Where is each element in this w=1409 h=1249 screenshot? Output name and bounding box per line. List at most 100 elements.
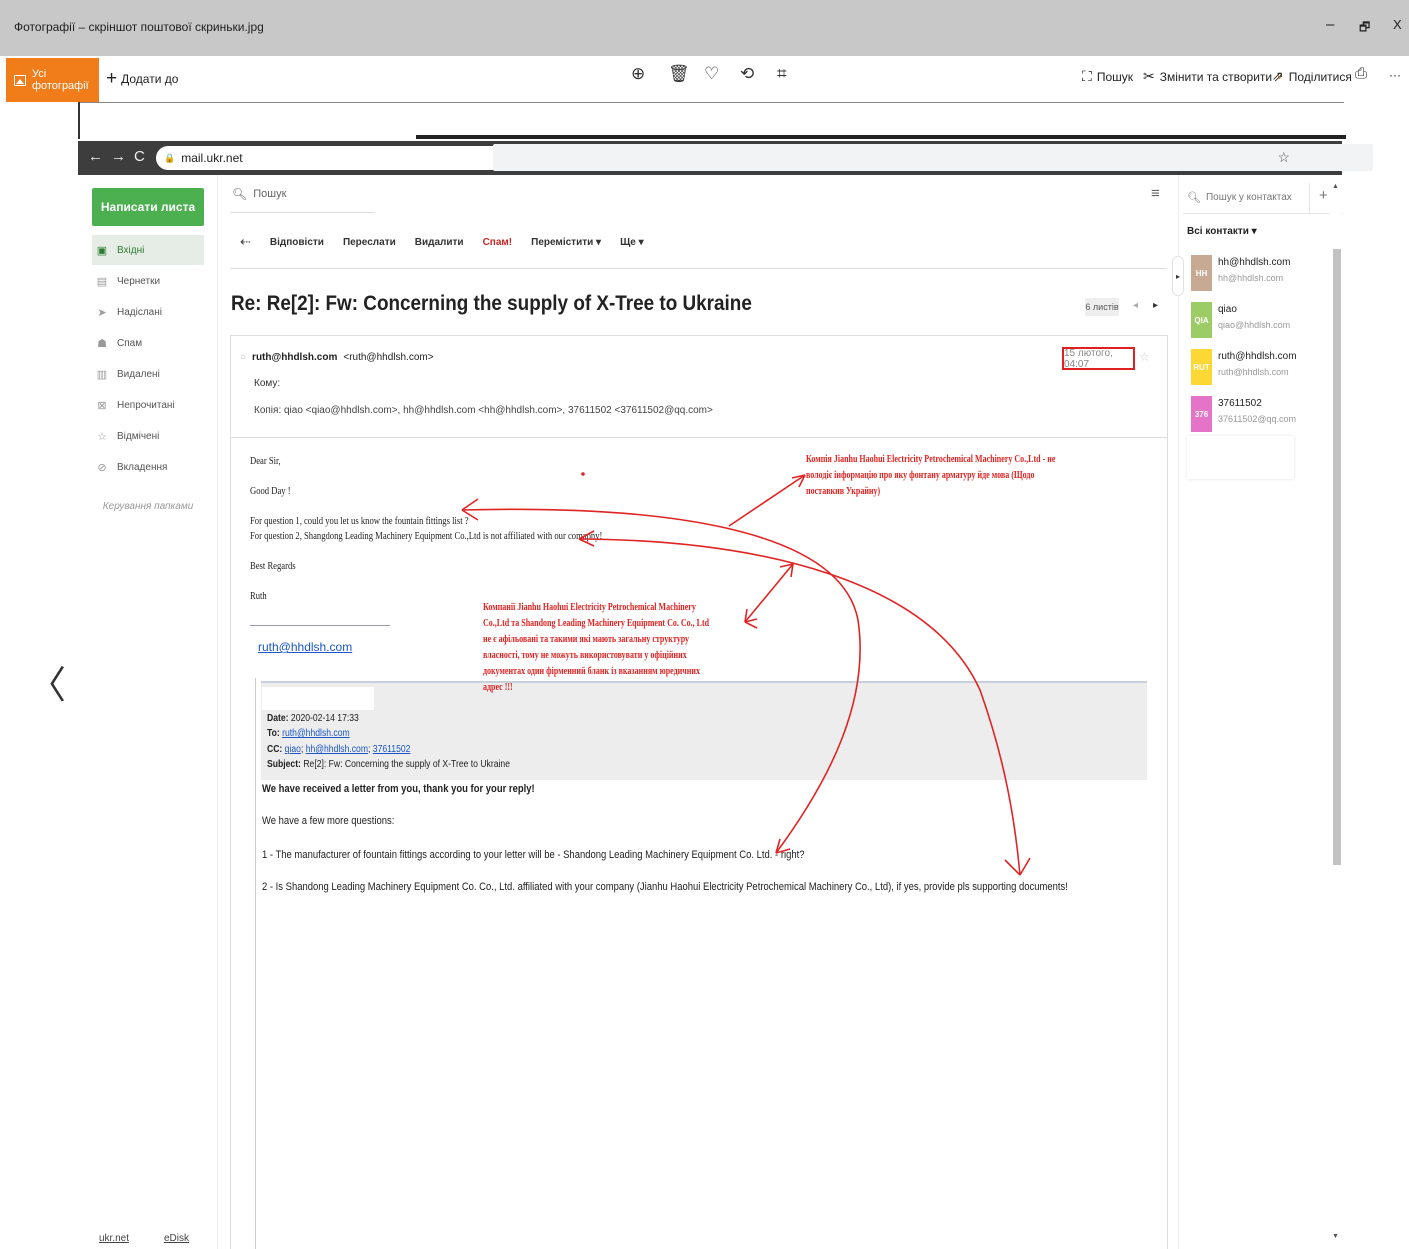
scroll-up-icon[interactable]: ▲: [1332, 183, 1339, 190]
spam-icon: ☗: [97, 337, 107, 350]
quoted-body-line: We have a few more questions:: [262, 815, 395, 827]
mail-subject: Re: Re[2]: Fw: Concerning the supply of …: [231, 292, 752, 315]
print-icon[interactable]: ⎙: [1355, 65, 1367, 82]
annotation-note-1: Компія Jianhu Haohui Electricity Petroch…: [806, 454, 1056, 497]
search-icon: 🔍︎: [232, 187, 248, 201]
spam-button[interactable]: Спам!: [483, 237, 513, 248]
folder-label: Чернетки: [117, 275, 161, 287]
folder-sent[interactable]: ➤ Надіслані: [92, 297, 204, 327]
contact-name: ruth@hhdlsh.com: [1218, 351, 1297, 362]
contact-item[interactable]: 376 37611502 37611502@qq.com: [1191, 394, 1309, 434]
footer-link-ukrnet[interactable]: ukr.net: [99, 1233, 129, 1244]
reply-button[interactable]: Відповісти: [270, 237, 324, 248]
restore-button[interactable]: 🗗: [1359, 18, 1370, 39]
scrollbar[interactable]: ▲ ▼: [1330, 175, 1342, 1249]
folder-unread[interactable]: ⊠ Непрочитані: [92, 390, 204, 420]
more-button[interactable]: Ще ▾: [620, 237, 644, 248]
compose-button[interactable]: Написати листа: [92, 188, 204, 226]
visual-search-button[interactable]: ⛶ Пошук: [1082, 68, 1133, 85]
divider: [230, 268, 1167, 269]
read-status-icon[interactable]: ○: [240, 352, 246, 363]
more-options-button[interactable]: ···: [1389, 68, 1401, 82]
quoted-to-link[interactable]: ruth@hhdlsh.com: [282, 728, 350, 739]
move-button[interactable]: Перемістити ▾: [531, 237, 601, 248]
add-contact-icon[interactable]: +: [1319, 187, 1328, 204]
signature-divider: [250, 625, 390, 626]
draft-icon: ▤: [96, 275, 108, 288]
collapse-contacts-button[interactable]: ▸: [1172, 256, 1184, 296]
all-contacts-dropdown[interactable]: Всі контакти ▾: [1187, 226, 1257, 237]
mail-sidebar: Написати листа ▣ Вхідні ▤ Чернетки ➤ Над…: [78, 175, 218, 1249]
unread-icon: ⊠: [97, 399, 107, 412]
signature-email-link[interactable]: ruth@hhdlsh.com: [258, 640, 352, 654]
divider: [230, 212, 375, 213]
scrollbar-thumb[interactable]: [1333, 249, 1341, 865]
cc-line: Копія: qiao <qiao@hhdlsh.com>, hh@hhdlsh…: [254, 405, 713, 416]
menu-icon[interactable]: ≡: [1151, 185, 1160, 202]
url-text: mail.ukr.net: [181, 151, 243, 165]
add-to-button[interactable]: + Додати до: [106, 68, 178, 90]
quoted-cc-link[interactable]: qiao: [285, 744, 301, 755]
body-line: For question 1, could you let us know th…: [250, 516, 469, 527]
divider: [230, 437, 1168, 438]
divider: [416, 135, 1346, 139]
avatar: QIA: [1191, 302, 1212, 338]
avatar: HH: [1191, 255, 1212, 291]
zoom-in-icon[interactable]: ⊕: [631, 64, 645, 84]
sender-address: <ruth@hhdlsh.com>: [343, 352, 434, 363]
all-photos-button[interactable]: Усі фотографії: [6, 58, 99, 102]
all-photos-label: Усі фотографії: [31, 68, 89, 92]
url-field[interactable]: 🔒 mail.ukr.net: [156, 146, 298, 170]
message-date: 15 лютого, 04:07: [1062, 347, 1135, 370]
quoted-cc-link[interactable]: 37611502: [373, 744, 411, 755]
mail-search[interactable]: 🔍︎ Пошук: [232, 187, 286, 201]
folder-attachments[interactable]: ⊘ Вкладення: [92, 452, 204, 482]
manage-folders-link[interactable]: Керування папками: [78, 501, 218, 512]
star-icon[interactable]: ☆: [1139, 350, 1150, 364]
folder-drafts[interactable]: ▤ Чернетки: [92, 266, 204, 296]
message-sender: ○ ruth@hhdlsh.com <ruth@hhdlsh.com>: [240, 352, 434, 363]
favorite-icon[interactable]: ♡: [704, 64, 719, 84]
scroll-down-icon[interactable]: ▼: [1332, 1233, 1339, 1240]
browser-address-bar: ←→C 🔒 mail.ukr.net ☆: [78, 141, 1373, 175]
folder-starred[interactable]: ☆ Відмічені: [92, 421, 204, 451]
prev-message-arrow-icon[interactable]: ◂: [1133, 300, 1138, 311]
contact-item[interactable]: HH hh@hhdlsh.com hh@hhdlsh.com: [1191, 253, 1309, 293]
body-line: Ruth: [250, 591, 267, 602]
contact-item[interactable]: RUT ruth@hhdlsh.com ruth@hhdlsh.com: [1191, 347, 1309, 387]
back-arrow-icon[interactable]: ⇠: [240, 234, 251, 250]
folder-label: Вкладення: [117, 461, 168, 473]
contact-email: 37611502@qq.com: [1218, 414, 1297, 424]
folder-spam[interactable]: ☗ Спам: [92, 328, 204, 358]
contacts-search[interactable]: 🔍︎ Пошук у контактах: [1187, 191, 1292, 204]
bookmark-star-icon[interactable]: ☆: [1277, 149, 1290, 166]
rotate-icon[interactable]: ⟲: [740, 64, 754, 84]
browser-nav-icons[interactable]: ←→C: [88, 148, 153, 165]
previous-photo-button[interactable]: 〈: [28, 654, 66, 709]
divider: [1309, 183, 1310, 213]
sender-name[interactable]: ruth@hhdlsh.com: [252, 352, 337, 363]
photos-app-window: Фотографії – скріншот поштової скриньки.…: [0, 0, 1409, 1249]
to-label: Кому:: [254, 378, 281, 389]
share-button[interactable]: ⇗ Поділитися: [1272, 68, 1352, 85]
next-message-arrow-icon[interactable]: ▸: [1153, 300, 1158, 311]
folder-trash[interactable]: ▥ Видалені: [92, 359, 204, 389]
delete-button[interactable]: Видалити: [415, 237, 464, 248]
contacts-empty-card: [1187, 436, 1294, 479]
footer-link-edisk[interactable]: eDisk: [164, 1233, 189, 1244]
close-button[interactable]: X: [1393, 17, 1402, 32]
browser-tab-strip: [78, 102, 1346, 139]
quoted-body-line: 1 - The manufacturer of fountain fitting…: [262, 849, 805, 861]
forward-button[interactable]: Переслати: [343, 237, 396, 248]
folder-label: Непрочитані: [117, 399, 175, 411]
thread-count-badge: 6 листів: [1085, 298, 1119, 316]
contact-item[interactable]: QIA qiao qiao@hhdlsh.com: [1191, 300, 1309, 340]
quoted-body-line: We have received a letter from you, than…: [262, 783, 535, 795]
edit-create-button[interactable]: ✂ Змінити та створити v: [1143, 68, 1282, 85]
contact-email: ruth@hhdlsh.com: [1218, 367, 1289, 377]
crop-icon[interactable]: ⌗: [777, 64, 787, 84]
minimize-button[interactable]: –: [1326, 16, 1334, 33]
folder-inbox[interactable]: ▣ Вхідні: [92, 235, 204, 265]
quoted-cc-link[interactable]: hh@hhdlsh.com: [306, 744, 368, 755]
delete-icon[interactable]: 🗑: [668, 64, 690, 84]
